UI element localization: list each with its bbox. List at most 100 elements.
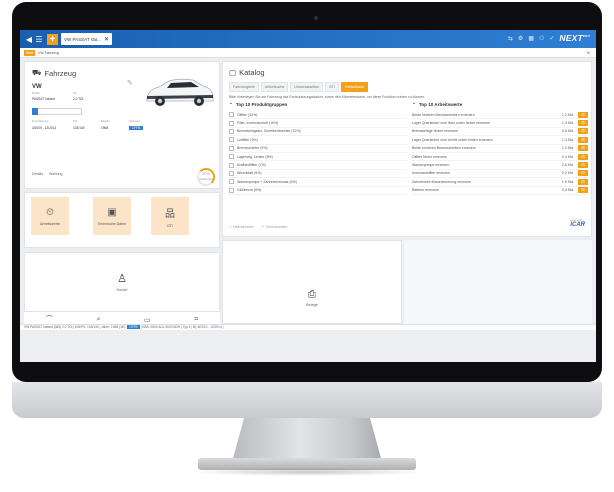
bottom-panels: ⌒ ⌕ ▭ ⌗ [24,312,220,324]
list-item[interactable]: Lagerung, Lenker (8%) [229,153,407,162]
lower-screen-area [20,330,596,362]
list-item[interactable]: Luftfilter (9%) [229,136,407,145]
shortcut-tiles: ⏲ Arbeitswerte ▣ Technische Daten 品 GTI [24,192,220,248]
checkbox[interactable] [229,187,234,193]
tab-universalartikel[interactable]: Universalartikel [290,82,323,92]
tab-artikelsuche[interactable]: Artikelsuche [260,82,289,92]
table-row: Bremsbeläge hinten erneuern 0,6 Std. ⊟ [412,128,588,137]
tile-arbeitswerte[interactable]: ⏲ Arbeitswerte [31,197,69,235]
panel-icon-1[interactable]: ⌒ [46,314,53,324]
cart-icon[interactable]: ⊟ [578,162,588,169]
tab-details[interactable]: Details [32,172,43,176]
search-field-accent [32,108,38,115]
cart-icon[interactable]: ⊟ [578,136,588,143]
fin-value: CFFB [129,126,144,130]
icar-logo: powered by iCAR [570,219,585,228]
status-text: VW PASSAT Variant (365) 2.0 TDI | KW/PS:… [24,325,128,329]
list-item[interactable]: Glühkerze (6%) [229,187,407,195]
breadcrumb-home[interactable]: Start [24,49,36,56]
background-area [404,240,592,324]
cart-icon[interactable]: ⊟ [578,170,588,177]
cart-icon[interactable]: ⊟ [578,111,588,118]
list-item[interactable]: Ölfilter (32%) [229,111,407,120]
table-row: Wasserpumpe erneuern 2,6 Std. ⊟ [412,161,588,170]
list-item[interactable]: Wasserpumpe + Zahnriemensatz (6%) [229,178,407,187]
belege-panel[interactable]: ⎙ Belege [222,240,402,324]
close-icon[interactable]: ✕ [104,36,109,43]
chevron-up-icon[interactable]: ⌃ [412,102,416,108]
vehicle-make: VW [32,84,42,90]
chevron-up-icon[interactable]: ⌃ [229,102,233,108]
reset-button[interactable]: ↶ Zurücksetzen [262,225,288,229]
breadcrumb: Start VW Fahrzeug ⇲ [20,48,596,58]
checkbox[interactable] [229,170,234,176]
receipt-icon: ⎙ [308,289,316,300]
table-row: Ölfilter Motor erneuern 0,4 Std. ⊟ [412,153,588,162]
table-row: Lager Querlenker vorn links unten hinten… [412,119,588,128]
car-image [146,78,214,106]
cart-icon[interactable]: ⊟ [578,120,588,127]
calendar-icon[interactable]: ▦ [528,35,534,42]
list-item[interactable]: Wischblatt (6%) [229,170,407,179]
panel-icon-2[interactable]: ⌕ [96,316,100,324]
kunde-panel[interactable]: ♙ Kunde [24,252,220,312]
panel-icon-3[interactable]: ▭ [144,316,151,324]
cart-icon[interactable]: ⊟ [578,178,588,185]
checkbox[interactable] [229,137,234,143]
monitor-chin [12,382,602,418]
checkbox[interactable] [229,179,234,185]
cart-icon[interactable]: ⊟ [578,145,588,152]
accept-button[interactable]: ✓ Übernehmen [229,225,254,229]
date-value: 3/2009 - 12/2014 [32,126,57,130]
checkbox[interactable] [229,154,234,160]
list-item[interactable]: Kraftstofffilter (7%) [229,161,407,170]
stand-shadow [188,468,426,476]
list-item[interactable]: Filter, Innenraumluft (16%) [229,119,407,128]
vehicle-tabs: Details Wartung [32,172,62,176]
tab-vehicle[interactable]: VW PASSAT Var... ✕ [61,33,112,45]
checkbox[interactable] [229,145,234,151]
breadcrumb-item[interactable]: VW Fahrzeug [38,51,59,55]
checkbox[interactable] [229,162,234,168]
model-label: Modell [32,92,40,95]
edit-icon[interactable]: ✎ [127,79,133,87]
checkbox[interactable] [229,120,234,126]
engine-label: PS [73,92,77,95]
year-value: 1968 [101,126,109,130]
search-field[interactable] [32,108,82,115]
check-icon[interactable]: ✓ [549,35,554,42]
checkbox[interactable] [229,112,234,118]
panel-icon-4[interactable]: ⌗ [194,316,198,324]
sync-icon[interactable]: ⇆ [508,35,513,42]
new-tab-button[interactable]: + [47,33,58,45]
user-icon[interactable]: ⚇ [539,35,544,42]
tab-gti[interactable]: GTI [324,82,339,92]
list-item[interactable]: Bremsscheibe (9%) [229,145,407,153]
menu-icon[interactable]: ☰ [34,35,44,44]
tile-gti[interactable]: 品 GTI [151,197,189,235]
vehicle-panel: ⛟ Fahrzeug VW Modell PASSAT Variant PS 2… [24,61,220,189]
cart-icon[interactable]: ⊟ [578,128,588,135]
book-icon: ▢ [229,68,237,77]
katalog-title: ▢ Katalog [229,68,265,77]
tab-partslokator[interactable]: Partslokator [340,82,369,92]
back-icon[interactable]: ◀ [24,35,34,44]
tab-fahrzeugteile[interactable]: Fahrzeugteile [229,82,259,92]
model-value: PASSAT Variant [32,97,55,101]
table-row: Beide hinteren Bremsscheiben erneuern 1,2… [412,111,588,120]
titlebar: ◀ ☰ + VW PASSAT Var... ✕ ⇆ ⚙ ▦ ⚇ ✓ NEXTP… [20,30,596,48]
tab-wartung[interactable]: Wartung [49,172,62,176]
table-row: Batterie erneuern 0,4 Std. ⊟ [412,187,588,195]
tile-technische-daten[interactable]: ▣ Technische Daten [93,197,131,235]
list-item[interactable]: Bremsbelagsatz, Scheibenbremse (10%) [229,128,407,137]
pin-icon[interactable]: ⇲ [586,50,590,56]
checkbox[interactable] [229,128,234,134]
person-icon: ♙ [117,273,127,285]
cart-icon[interactable]: ⊟ [578,153,588,160]
gear-icon[interactable]: ⚙ [518,35,523,42]
cart-icon[interactable]: ⊟ [578,187,588,194]
car-icon: ⛟ [32,68,42,77]
km-label: KM [73,120,77,123]
tab-label: VW PASSAT Var... [64,36,101,42]
fin-label: Schlüssel [129,120,141,123]
